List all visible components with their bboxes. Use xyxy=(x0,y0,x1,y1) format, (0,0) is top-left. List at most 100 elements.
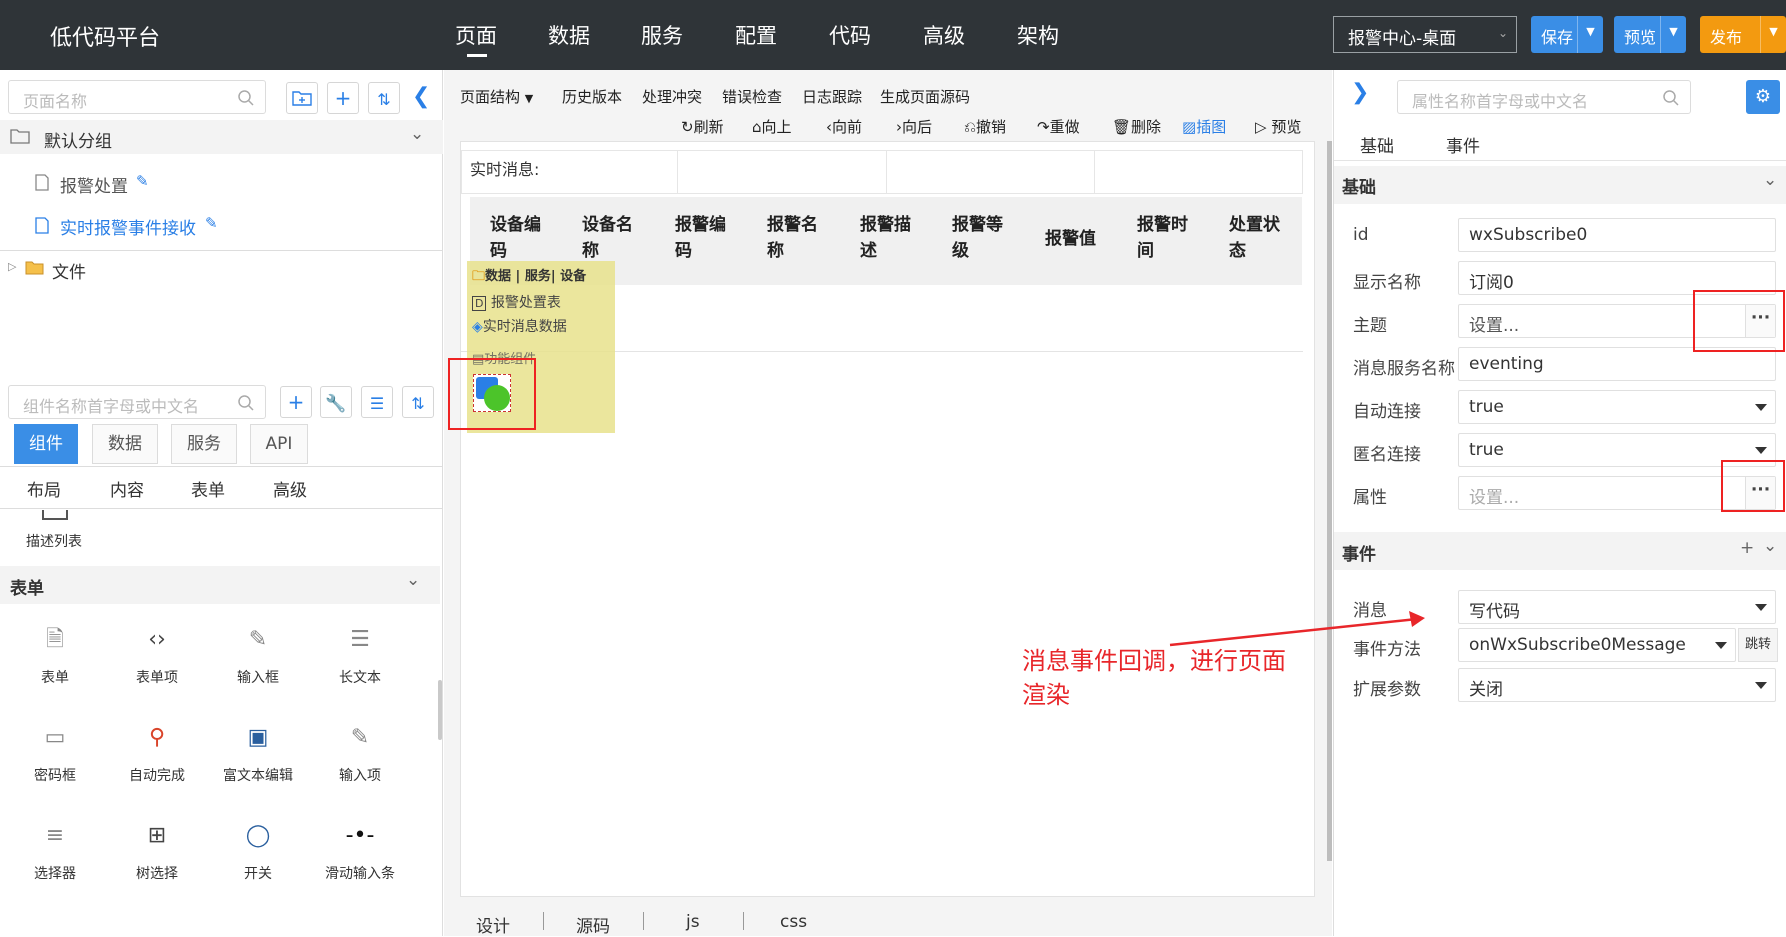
log-trace-button[interactable]: 日志跟踪 xyxy=(802,86,862,107)
col-alarm-level[interactable]: 报警等级 xyxy=(952,212,1003,264)
col-alarm-name[interactable]: 报警名称 xyxy=(767,212,818,264)
refresh-button[interactable]: ↻刷新 xyxy=(681,116,724,137)
nav-config[interactable]: 配置 xyxy=(735,20,777,50)
property-search-input[interactable]: 属性名称首字母或中文名 xyxy=(1397,80,1691,114)
prop-auto-connect-select[interactable]: true xyxy=(1458,390,1776,424)
nav-service[interactable]: 服务 xyxy=(641,20,683,50)
component-input-item[interactable]: ✎ 输入项 xyxy=(315,723,405,785)
tab-data[interactable]: 数据 xyxy=(92,424,158,464)
prop-id-input[interactable]: wxSubscribe0 xyxy=(1458,218,1776,252)
component-form[interactable]: 🗎 表单 xyxy=(10,625,100,687)
tab-event[interactable]: 事件 xyxy=(1446,132,1480,157)
col-alarm-desc[interactable]: 报警描述 xyxy=(860,212,911,264)
subtab-advanced[interactable]: 高级 xyxy=(273,476,307,501)
prop-service-name-input[interactable]: eventing xyxy=(1458,347,1776,381)
redo-button[interactable]: ↷重做 xyxy=(1037,116,1080,137)
preview-action-button[interactable]: ▷ 预览 xyxy=(1255,116,1301,137)
col-alarm-value[interactable]: 报警值 xyxy=(1045,226,1096,252)
col-device-code[interactable]: 设备编码 xyxy=(490,212,541,264)
list-order-button[interactable]: ☰ xyxy=(361,386,393,418)
col-alarm-code[interactable]: 报警编码 xyxy=(675,212,726,264)
tab-design[interactable]: 设计 xyxy=(476,912,510,937)
component-description-list[interactable]: 描述列表 xyxy=(26,531,82,551)
nav-data[interactable]: 数据 xyxy=(548,20,590,50)
add-folder-button[interactable] xyxy=(286,82,318,114)
tab-api[interactable]: API xyxy=(250,424,308,464)
edit-icon[interactable]: ✎ xyxy=(205,214,218,232)
page-item-alarm-handle[interactable]: 报警处置 xyxy=(60,172,128,197)
file-node[interactable]: 文件 xyxy=(52,258,86,283)
subtab-content[interactable]: 内容 xyxy=(110,476,144,501)
tab-service[interactable]: 服务 xyxy=(171,424,237,464)
page-select[interactable]: 报警中心-桌面 ⌄ xyxy=(1333,16,1517,53)
component-password[interactable]: ▭ 密码框 xyxy=(10,723,100,785)
wrench-button[interactable]: 🔧 xyxy=(320,386,352,418)
history-button[interactable]: 历史版本 xyxy=(562,86,622,107)
popup-item-realtime-data[interactable]: ◈实时消息数据 xyxy=(472,316,567,336)
edit-icon[interactable]: ✎ xyxy=(136,172,149,190)
component-autocomplete[interactable]: ⚲ 自动完成 xyxy=(112,723,202,785)
section-header-form[interactable] xyxy=(0,566,440,604)
page-item-realtime-alarm[interactable]: 实时报警事件接收 xyxy=(60,214,196,239)
chevron-down-icon[interactable]: ⌄ xyxy=(410,124,424,144)
add-page-button[interactable]: + xyxy=(327,82,359,114)
nav-page[interactable]: 页面 xyxy=(455,20,497,57)
col-status[interactable]: 处置状态 xyxy=(1229,212,1280,264)
left-scrollbar[interactable] xyxy=(438,680,442,740)
realtime-row[interactable] xyxy=(461,150,1303,194)
caret-down-icon[interactable]: ▼ xyxy=(1760,16,1786,53)
expand-right-icon[interactable]: ❯ xyxy=(1351,80,1369,105)
component-rich-text[interactable]: ▣ 富文本编辑 xyxy=(213,723,303,785)
section-event-header[interactable] xyxy=(1334,532,1786,570)
component-select[interactable]: ≡ 选择器 xyxy=(10,821,100,883)
component-switch[interactable]: ◯ 开关 xyxy=(213,821,303,883)
component-form-item[interactable]: ‹› 表单项 xyxy=(112,625,202,687)
nav-advanced[interactable]: 高级 xyxy=(923,20,965,50)
page-search-input[interactable]: 页面名称 xyxy=(8,80,266,114)
generate-source-button[interactable]: 生成页面源码 xyxy=(880,86,970,107)
nav-architecture[interactable]: 架构 xyxy=(1017,20,1059,50)
component-tree-select[interactable]: ⊞ 树选择 xyxy=(112,821,202,883)
subtab-layout[interactable]: 布局 xyxy=(27,476,61,501)
col-alarm-time[interactable]: 报警时间 xyxy=(1137,212,1188,264)
caret-down-icon[interactable]: ▼ xyxy=(1660,16,1686,53)
chevron-down-icon[interactable]: ⌄ xyxy=(1763,536,1777,556)
collapse-left-icon[interactable]: ❮ xyxy=(412,84,430,109)
jump-button[interactable]: 跳转 xyxy=(1738,628,1778,662)
col-device-name[interactable]: 设备名称 xyxy=(582,212,633,264)
save-button[interactable]: 保存 ▼ xyxy=(1531,16,1603,53)
resolve-conflict-button[interactable]: 处理冲突 xyxy=(642,86,702,107)
popup-item-alarm-table[interactable]: D 报警处置表 xyxy=(472,292,561,312)
center-scrollbar[interactable] xyxy=(1327,141,1332,861)
plus-icon[interactable]: + xyxy=(1740,538,1754,558)
component-search-input[interactable]: 组件名称首字母或中文名 xyxy=(8,385,266,419)
component-input[interactable]: ✎ 输入框 xyxy=(213,625,303,687)
tab-basic[interactable]: 基础 xyxy=(1360,132,1394,157)
caret-right-icon[interactable]: ▷ xyxy=(8,260,16,273)
caret-down-icon[interactable]: ▼ xyxy=(1577,16,1603,53)
publish-button[interactable]: 发布 ▼ xyxy=(1700,16,1786,53)
component-slider[interactable]: -•- 滑动输入条 xyxy=(315,821,405,883)
settings-button[interactable]: ⚙ xyxy=(1746,80,1780,114)
insert-image-button[interactable]: ▨插图 xyxy=(1182,116,1226,137)
tab-component[interactable]: 组件 xyxy=(14,424,78,464)
tab-css[interactable]: css xyxy=(780,912,807,932)
page-structure-menu[interactable]: 页面结构 ▼ xyxy=(460,86,533,107)
sort-button[interactable]: ⇅ xyxy=(368,82,400,114)
subtab-form[interactable]: 表单 xyxy=(191,476,225,501)
preview-button[interactable]: 预览 ▼ xyxy=(1614,16,1686,53)
add-component-button[interactable]: + xyxy=(280,386,312,418)
undo-button[interactable]: ⎌撤销 xyxy=(964,116,1006,137)
sort-button-2[interactable]: ⇅ xyxy=(402,386,434,418)
tab-source[interactable]: 源码 xyxy=(576,912,610,937)
up-button[interactable]: ⌂向上 xyxy=(752,116,792,137)
tab-js[interactable]: js xyxy=(686,912,700,932)
error-check-button[interactable]: 错误检查 xyxy=(722,86,782,107)
nav-code[interactable]: 代码 xyxy=(829,20,871,50)
back-button[interactable]: ›向后 xyxy=(896,116,932,137)
event-message-select[interactable]: 写代码 xyxy=(1458,590,1776,624)
delete-button[interactable]: 🗑删除 xyxy=(1112,116,1161,137)
forward-button[interactable]: ‹向前 xyxy=(826,116,862,137)
chevron-down-icon[interactable]: ⌄ xyxy=(406,570,420,590)
event-ext-param-select[interactable]: 关闭 xyxy=(1458,668,1776,702)
